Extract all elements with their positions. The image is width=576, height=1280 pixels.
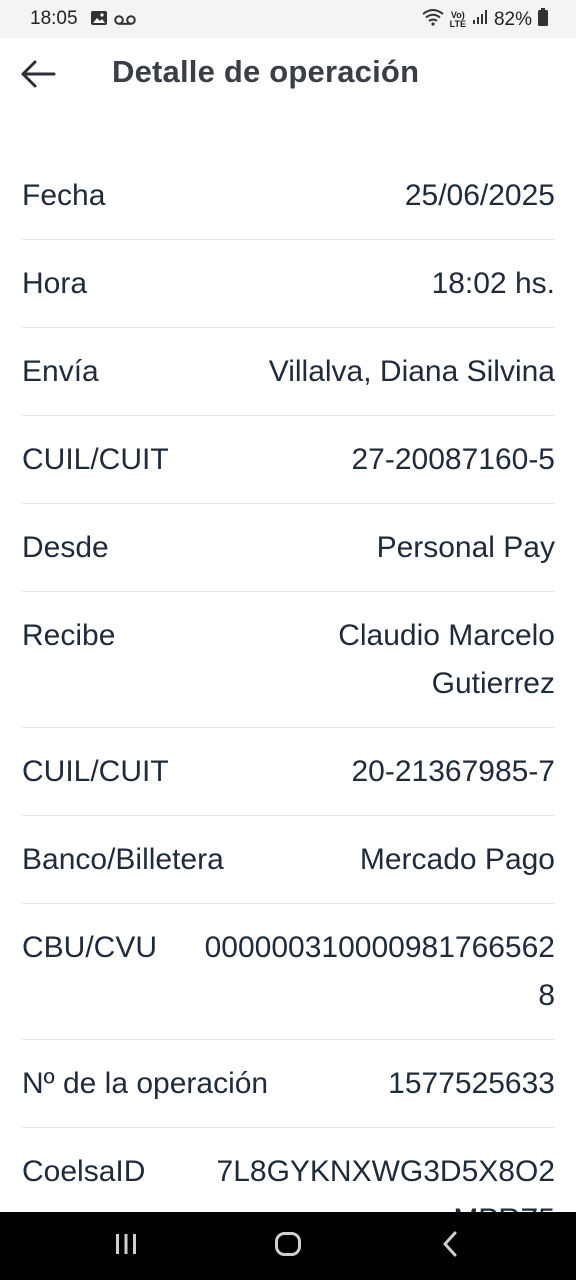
home-icon bbox=[274, 1231, 302, 1262]
detail-label: Hora bbox=[22, 267, 88, 300]
detail-label: Banco/Billetera bbox=[22, 843, 224, 876]
chevron-left-icon bbox=[440, 1231, 460, 1262]
notification-icons bbox=[90, 10, 136, 32]
detail-row-operation-number: Nº de la operación 1577525633 bbox=[22, 1040, 555, 1128]
voicemail-icon bbox=[114, 10, 136, 32]
detail-row-cuit-sender: CUIL/CUIT 27-20087160-5 bbox=[22, 416, 555, 504]
detail-label: Envía bbox=[22, 355, 99, 388]
status-time: 18:05 bbox=[30, 8, 78, 29]
detail-label: CoelsaID bbox=[22, 1155, 146, 1188]
system-navigation-bar bbox=[0, 1212, 576, 1280]
detail-row-cbu: CBU/CVU 0000003100009817665628 bbox=[22, 904, 555, 1040]
detail-row-hora: Hora 18:02 hs. bbox=[22, 240, 555, 328]
detail-row-cuit-receiver: CUIL/CUIT 20-21367985-7 bbox=[22, 728, 555, 816]
detail-label: CBU/CVU bbox=[22, 931, 158, 964]
app-bar: Detalle de operación bbox=[0, 38, 576, 112]
detail-label: Fecha bbox=[22, 179, 106, 212]
detail-label: Desde bbox=[22, 531, 109, 564]
detail-value: 20-21367985-7 bbox=[351, 755, 555, 788]
back-button[interactable] bbox=[14, 52, 62, 100]
arrow-left-icon bbox=[20, 59, 56, 94]
detail-row-banco: Banco/Billetera Mercado Pago bbox=[22, 816, 555, 904]
detail-value: 25/06/2025 bbox=[404, 179, 555, 212]
detail-value: Mercado Pago bbox=[359, 843, 555, 876]
back-nav-button[interactable] bbox=[432, 1228, 468, 1264]
recent-apps-button[interactable] bbox=[108, 1228, 144, 1264]
detail-value: 1577525633 bbox=[388, 1067, 555, 1100]
home-button[interactable] bbox=[270, 1228, 306, 1264]
detail-label: Recibe bbox=[22, 619, 116, 652]
lte-label: LTE bbox=[449, 19, 466, 29]
detail-value: Claudio Marcelo Gutierrez bbox=[338, 619, 555, 700]
detail-label: CUIL/CUIT bbox=[22, 755, 169, 788]
detail-row-fecha: Fecha 25/06/2025 bbox=[22, 152, 555, 240]
detail-row-recibe: Recibe Claudio Marcelo Gutierrez bbox=[22, 592, 555, 728]
operation-details: Fecha 25/06/2025 Hora 18:02 hs. Envía Vi… bbox=[22, 152, 555, 1263]
system-icons: Vo) LTE 82% bbox=[422, 8, 548, 32]
battery-icon bbox=[538, 8, 548, 32]
gallery-icon bbox=[90, 10, 108, 32]
detail-value: 18:02 hs. bbox=[431, 267, 555, 300]
detail-row-desde: Desde Personal Pay bbox=[22, 504, 555, 592]
signal-icon bbox=[472, 9, 488, 31]
detail-row-envia: Envía Villalva, Diana Silvina bbox=[22, 328, 555, 416]
detail-value: 27-20087160-5 bbox=[351, 443, 555, 476]
battery-percent: 82% bbox=[493, 9, 532, 30]
detail-label: Nº de la operación bbox=[22, 1067, 269, 1100]
recent-apps-icon bbox=[113, 1232, 139, 1261]
status-bar: 18:05 Vo) LTE 82% bbox=[0, 0, 576, 38]
detail-value: 0000003100009817665628 bbox=[204, 931, 555, 1012]
wifi-icon bbox=[422, 8, 444, 32]
detail-label: CUIL/CUIT bbox=[22, 443, 169, 476]
volte-indicator: Vo) LTE bbox=[450, 11, 466, 29]
page-title: Detalle de operación bbox=[112, 54, 420, 89]
detail-value: Villalva, Diana Silvina bbox=[268, 355, 555, 388]
detail-value: Personal Pay bbox=[376, 531, 555, 564]
